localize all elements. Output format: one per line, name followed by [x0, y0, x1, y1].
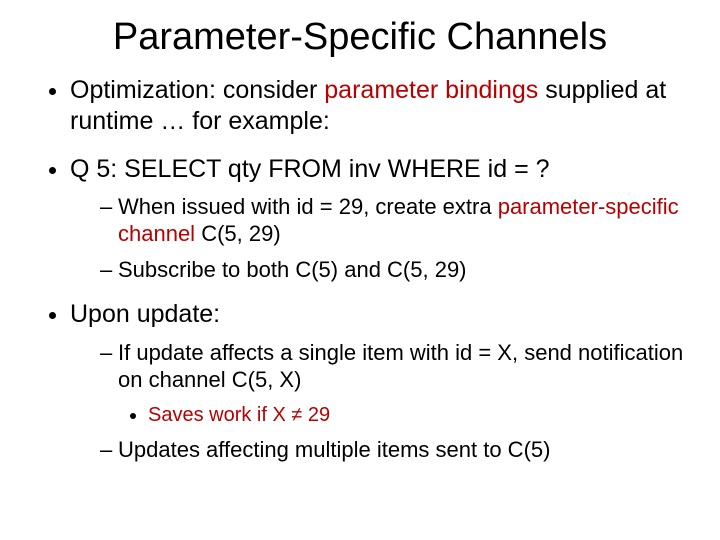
text-fragment-highlight: Saves work if X ≠ 29	[148, 404, 330, 426]
sub-list: When issued with id = 29, create extra p…	[70, 193, 684, 284]
bullet-optimization: Optimization: consider parameter binding…	[70, 75, 684, 138]
text-fragment: When issued with id = 29, create extra	[118, 194, 498, 219]
sub-list: If update affects a single item with id …	[70, 339, 684, 464]
text-fragment: If update affects a single item with id …	[118, 340, 683, 393]
sub-item: When issued with id = 29, create extra p…	[100, 193, 684, 248]
slide: Parameter-Specific Channels Optimization…	[0, 0, 720, 540]
text-fragment: Updates affecting multiple items sent to…	[118, 437, 550, 462]
bullet-query: Q 5: SELECT qty FROM inv WHERE id = ? Wh…	[70, 154, 684, 284]
text-fragment-highlight: parameter bindings	[324, 76, 538, 104]
text-fragment: Subscribe to both C(5) and C(5, 29)	[118, 257, 467, 282]
text-fragment: C(5, 29)	[195, 221, 281, 246]
sub-sub-item: Saves work if X ≠ 29	[148, 402, 684, 428]
slide-title: Parameter-Specific Channels	[36, 16, 684, 59]
sub-sub-list: Saves work if X ≠ 29	[118, 402, 684, 428]
bullet-list: Optimization: consider parameter binding…	[36, 75, 684, 463]
text-fragment: Optimization: consider	[70, 76, 324, 104]
bullet-upon-update: Upon update: If update affects a single …	[70, 299, 684, 463]
sub-item: Subscribe to both C(5) and C(5, 29)	[100, 256, 684, 284]
text-query: Q 5: SELECT qty FROM inv WHERE id = ?	[70, 155, 550, 183]
text-fragment: Upon update:	[70, 300, 220, 328]
sub-item: Updates affecting multiple items sent to…	[100, 436, 684, 464]
sub-item: If update affects a single item with id …	[100, 339, 684, 428]
